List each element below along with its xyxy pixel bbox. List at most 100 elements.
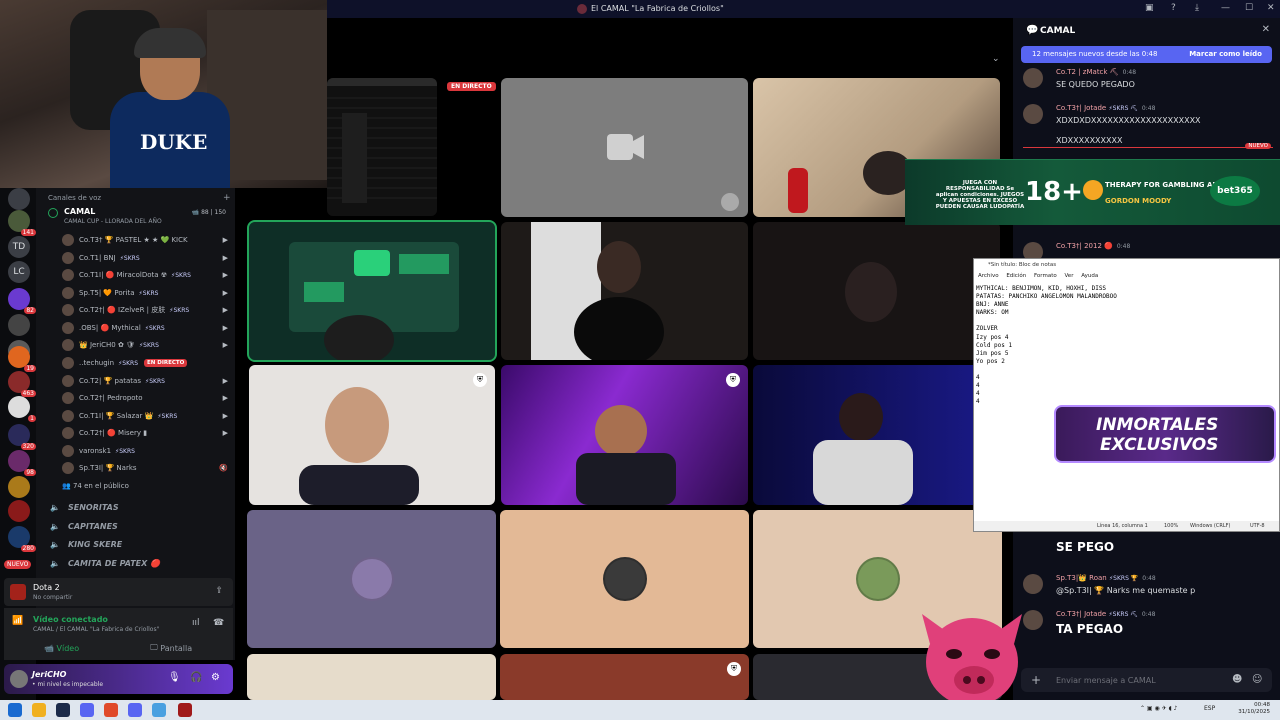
video-tile[interactable] bbox=[247, 220, 497, 362]
voice-channel[interactable]: 🔈 CAMITA DE PATEX 🔴 bbox=[50, 555, 230, 571]
voice-member[interactable]: ..techugin ⚡SKRS EN DIRECTO bbox=[62, 355, 232, 371]
voice-member[interactable]: Sp.T3I| 🏆 Narks 🔇 bbox=[62, 460, 232, 476]
avatar[interactable] bbox=[10, 670, 28, 688]
voice-channels-header[interactable]: Canales de voz + bbox=[48, 193, 231, 203]
menu-item[interactable]: Ver bbox=[1064, 273, 1073, 279]
video-tile[interactable] bbox=[247, 510, 496, 648]
user-panel: JeriCHO • mi nivel es impecable 🎙 🎧 ⚙ bbox=[4, 664, 233, 694]
video-tile[interactable]: ⛨ bbox=[249, 365, 495, 505]
add-channel-icon[interactable]: + bbox=[223, 193, 231, 203]
window-title: El CAMAL "La Fabrica de Criollos" bbox=[591, 4, 724, 13]
voice-member[interactable]: .OBS| 🔴 Mythical ⚡SKRS ▶ bbox=[62, 320, 232, 336]
voice-channel[interactable]: 🔈 CAPITANES bbox=[50, 518, 230, 534]
avatar[interactable] bbox=[1023, 104, 1043, 124]
discord-icon[interactable] bbox=[80, 703, 94, 717]
voice-member[interactable]: Sp.T5| 🧡 Porita ⚡SKRS ▶ bbox=[62, 285, 232, 301]
discord-icon[interactable] bbox=[128, 703, 142, 717]
steam-icon[interactable] bbox=[56, 703, 70, 717]
voice-member[interactable]: Co.T2| 🏆 patatas ⚡SKRS ▶ bbox=[62, 373, 232, 389]
server-icon[interactable]: 98 bbox=[8, 450, 36, 476]
video-button[interactable]: 📹 Vídeo bbox=[44, 641, 79, 655]
voice-member[interactable]: varonsk1 ⚡SKRS bbox=[62, 443, 232, 459]
screen-share-tile[interactable] bbox=[327, 78, 437, 216]
voice-member[interactable]: Co.T1I| 🔴 MiracolDota ☢ ⚡SKRS ▶ bbox=[62, 267, 232, 283]
maximize-icon[interactable]: ☐ bbox=[1245, 3, 1253, 13]
download-icon[interactable]: ⤓ bbox=[1195, 3, 1199, 13]
live-badge: EN DIRECTO bbox=[447, 82, 496, 91]
new-messages-banner[interactable]: 12 mensajes nuevos desde las 0:48 Marcar… bbox=[1021, 46, 1272, 63]
camera-icon: ▶ bbox=[222, 412, 228, 420]
voice-member[interactable]: Co.T2†| 🔴 Misery ▮ ▶ bbox=[62, 425, 232, 441]
server-icon[interactable]: LC bbox=[8, 261, 30, 283]
video-tile[interactable] bbox=[753, 365, 1000, 505]
dota-icon[interactable] bbox=[178, 703, 192, 717]
voice-channel[interactable]: 🔈 KING SKERE bbox=[50, 536, 230, 552]
emoji-icon[interactable]: ☺ bbox=[1252, 674, 1262, 685]
share-screen-icon[interactable]: ⇪ bbox=[215, 586, 223, 596]
mark-read-button[interactable]: Marcar como leído bbox=[1189, 50, 1262, 58]
server-icon[interactable] bbox=[8, 188, 30, 210]
folder-icon[interactable] bbox=[32, 703, 46, 717]
server-icon[interactable] bbox=[8, 476, 30, 498]
attach-icon[interactable]: + bbox=[1031, 673, 1041, 687]
server-icon[interactable]: TD bbox=[8, 236, 30, 258]
video-tile[interactable] bbox=[753, 222, 1000, 360]
server-icon bbox=[577, 4, 587, 14]
close-icon[interactable]: ✕ bbox=[1267, 3, 1275, 13]
server-icon[interactable]: 82 bbox=[8, 288, 36, 314]
chevron-down-icon[interactable]: ⌄ bbox=[992, 54, 1000, 64]
voice-channel[interactable]: 🔈 SENORITAS bbox=[50, 499, 230, 515]
gif-icon[interactable]: ☻ bbox=[1232, 674, 1242, 685]
video-tile[interactable]: ⛨ bbox=[501, 365, 748, 505]
notepad-text[interactable]: MYTHICAL: BENJIMON, KID, HOXHI, DISS PAT… bbox=[976, 285, 1276, 406]
server-icon[interactable]: 141 bbox=[8, 210, 36, 236]
server-icon[interactable]: 280 bbox=[8, 526, 36, 552]
server-icon[interactable]: 19 bbox=[8, 346, 36, 372]
voice-member[interactable]: Co.T1| BNJ ⚡SKRS ▶ bbox=[62, 250, 232, 266]
voice-member[interactable]: 👑 JeriCH0 ✿ 🛡 ⚡SKRS ▶ bbox=[62, 337, 232, 353]
speaker-icon: 🔈 bbox=[50, 558, 60, 568]
server-icon[interactable] bbox=[8, 500, 30, 522]
video-tile[interactable]: ⛨ bbox=[500, 654, 749, 700]
microphone-icon[interactable]: 🎙 bbox=[168, 672, 181, 683]
minimize-icon[interactable]: — bbox=[1221, 3, 1230, 13]
video-tile[interactable] bbox=[501, 222, 748, 360]
audience-count[interactable]: 👥 74 en el público bbox=[62, 482, 129, 490]
server-icon[interactable]: 320 bbox=[8, 424, 36, 450]
clock[interactable]: 00:48 31/10/2025 bbox=[1238, 702, 1270, 716]
avatar[interactable] bbox=[1023, 68, 1043, 88]
server-icon[interactable]: 1 bbox=[8, 396, 36, 422]
server-icon[interactable] bbox=[8, 314, 30, 336]
avatar[interactable] bbox=[1023, 574, 1043, 594]
notepad-status-bar: Línea 16, columna 1 100% Windows (CRLF) … bbox=[974, 521, 1279, 531]
voice-member[interactable]: Co.T1I| 🏆 Salazar 👑 ⚡SKRS ▶ bbox=[62, 408, 232, 424]
voice-channel-camal[interactable]: CAMAL CAMAL CUP - LLORADA DEL AÑO 📹 88 |… bbox=[42, 206, 230, 228]
voice-member[interactable]: Co.T2†| Pedropoto ▶ bbox=[62, 390, 232, 406]
chat-input[interactable]: + Enviar mensaje a CAMAL ☻ ☺ bbox=[1021, 668, 1272, 692]
start-icon[interactable] bbox=[8, 703, 22, 717]
shirt-text: DUKE bbox=[140, 130, 208, 154]
video-tile[interactable] bbox=[247, 654, 496, 700]
inbox-icon[interactable]: ▣ bbox=[1145, 3, 1154, 13]
help-icon[interactable]: ? bbox=[1171, 3, 1176, 13]
headphones-icon[interactable]: 🎧 bbox=[190, 672, 202, 683]
video-tile[interactable] bbox=[501, 78, 748, 217]
server-icon[interactable]: 463 bbox=[8, 371, 36, 397]
voice-member[interactable]: Co.T2†| 🔴 IZelveR | 皮肤 ⚡SKRS ▶ bbox=[62, 302, 232, 318]
menu-item[interactable]: Ayuda bbox=[1081, 273, 1098, 279]
disconnect-icon[interactable]: ☎ bbox=[213, 618, 224, 628]
video-tile[interactable] bbox=[500, 510, 749, 648]
tray-icons[interactable]: ⌃ ▣ ◉ ✈ ◖ ♪ bbox=[1140, 705, 1178, 712]
noise-suppression-icon[interactable]: ııl bbox=[192, 618, 200, 628]
voice-member[interactable]: Co.T3† 🏆 PASTEL ★ ★ 💚 KICK ▶ bbox=[62, 232, 232, 248]
gear-icon[interactable]: ⚙ bbox=[211, 672, 220, 683]
menu-item[interactable]: Archivo bbox=[978, 273, 999, 279]
screen-share-button[interactable]: 🖵 Pantalla bbox=[150, 641, 192, 655]
chrome-icon[interactable] bbox=[104, 703, 118, 717]
close-icon[interactable]: ✕ bbox=[1262, 24, 1270, 35]
camera-icon: ▶ bbox=[222, 324, 228, 332]
notepad-icon[interactable] bbox=[152, 703, 166, 717]
menu-item[interactable]: Edición bbox=[1006, 273, 1026, 279]
new-servers-pill[interactable]: NUEVO bbox=[4, 560, 32, 569]
menu-item[interactable]: Formato bbox=[1034, 273, 1057, 279]
